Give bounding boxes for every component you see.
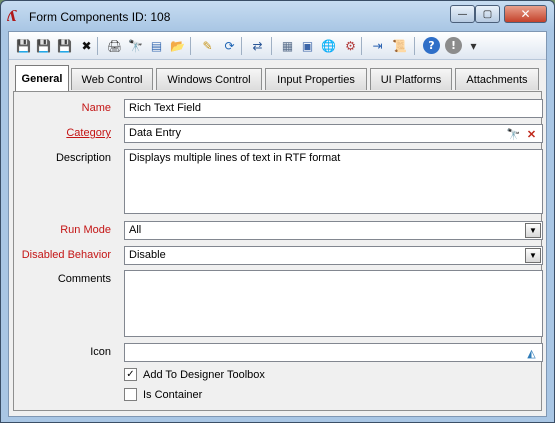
description-field[interactable]: Displays multiple lines of text in RTF f…	[124, 149, 543, 214]
tab-attachments[interactable]: Attachments	[455, 68, 539, 90]
icon-label: Icon	[90, 346, 111, 358]
disabled-behavior-dropdown-icon[interactable]: ▼	[525, 248, 541, 263]
app-logo-icon: ʎ	[7, 7, 17, 25]
name-field[interactable]: Rich Text Field	[124, 99, 543, 118]
help-icon[interactable]: ?	[423, 37, 440, 54]
general-panel-body: Name Rich Text Field Category Data Entry…	[13, 91, 543, 411]
tab-windows-control[interactable]: Windows Control	[156, 68, 262, 90]
category-link[interactable]: Category	[66, 127, 111, 139]
delete-icon[interactable]: ✖	[78, 37, 95, 54]
stop-icon[interactable]: !	[445, 37, 462, 54]
toolbar-separator	[414, 37, 415, 55]
find-icon[interactable]: 🔭	[127, 37, 144, 54]
toolbar-separator	[271, 37, 272, 55]
comments-field[interactable]	[124, 270, 543, 337]
save-close-icon[interactable]: 💾	[35, 37, 52, 54]
name-label: Name	[81, 102, 111, 114]
tab-general[interactable]: General	[15, 65, 69, 91]
category-field[interactable]: Data Entry 🔭 ✕	[124, 124, 543, 143]
category-clear-icon[interactable]: ✕	[523, 126, 540, 142]
toolbar: 💾 💾 💾 ✖ 🖨 🔭 ▤ 📂 ✎ ⟳ ⇄ ▦ ▣ 🌐 ⚙ ⇥ 📜?! ▾	[9, 32, 546, 60]
general-panel: Name Rich Text Field Category Data Entry…	[9, 91, 546, 416]
run-mode-dropdown-icon[interactable]: ▼	[525, 223, 541, 238]
tab-ui-platforms[interactable]: UI Platforms	[370, 68, 452, 90]
add-toolbox-label: Add To Designer Toolbox	[143, 368, 265, 381]
description-label: Description	[55, 152, 111, 164]
run-mode-label: Run Mode	[60, 224, 111, 236]
copy-icon[interactable]: ▤	[148, 37, 165, 54]
tab-web-control[interactable]: Web Control	[71, 68, 153, 90]
icon-picker-icon[interactable]: ◭	[523, 345, 540, 361]
is-container-checkbox[interactable]	[124, 388, 137, 401]
save-as-icon[interactable]: 💾	[56, 37, 73, 54]
close-button[interactable]: ✕	[504, 5, 547, 23]
category-lookup-icon[interactable]: 🔭	[505, 126, 522, 142]
disabled-behavior-value: Disable	[129, 249, 166, 261]
link-icon[interactable]: ⇄	[249, 37, 266, 54]
layout-icon[interactable]: ▣	[299, 37, 316, 54]
refresh-icon[interactable]: ⟳	[221, 37, 238, 54]
script-icon[interactable]: 📜	[391, 37, 408, 54]
toolbar-separator	[190, 37, 191, 55]
folder-icon[interactable]: 📂	[169, 37, 186, 54]
import-icon[interactable]: ⇥	[369, 37, 386, 54]
components-icon[interactable]: ▦	[279, 37, 296, 54]
add-toolbox-checkbox[interactable]: ✓	[124, 368, 137, 381]
toolbar-separator	[97, 37, 98, 55]
form-components-window: ʎ Form Components ID: 108 — ▢ ✕ 💾 💾 💾 ✖ 🖨 🔭 ▤ 📂…	[0, 0, 555, 423]
window-title: Form Components ID: 108	[29, 10, 171, 24]
disabled-behavior-select[interactable]: Disable ▼	[124, 246, 543, 265]
icon-field[interactable]: ◭	[124, 343, 543, 362]
maximize-button[interactable]: ▢	[475, 5, 500, 23]
tab-strip: General Web Control Windows Control Inpu…	[9, 60, 546, 91]
overflow-icon[interactable]: ▾	[465, 37, 482, 54]
category-value: Data Entry	[129, 127, 181, 139]
is-container-row[interactable]: Is Container	[124, 388, 202, 401]
gear-icon[interactable]: ⚙	[342, 37, 359, 54]
is-container-label: Is Container	[143, 388, 203, 401]
toolbar-separator	[241, 37, 242, 55]
globe-icon[interactable]: 🌐	[320, 37, 337, 54]
title-bar[interactable]: ʎ Form Components ID: 108 — ▢ ✕	[1, 1, 554, 31]
comments-label: Comments	[57, 273, 111, 285]
disabled-behavior-label: Disabled Behavior	[21, 249, 111, 261]
save-icon[interactable]: 💾	[15, 37, 32, 54]
notes-icon[interactable]: ✎	[199, 37, 216, 54]
add-toolbox-row[interactable]: ✓ Add To Designer Toolbox	[124, 368, 265, 381]
toolbar-separator	[361, 37, 362, 55]
print-icon[interactable]: 🖨	[106, 37, 123, 54]
tab-input-properties[interactable]: Input Properties	[265, 68, 367, 90]
run-mode-select[interactable]: All ▼	[124, 221, 543, 240]
minimize-button[interactable]: —	[450, 5, 475, 23]
window-content: 💾 💾 💾 ✖ 🖨 🔭 ▤ 📂 ✎ ⟳ ⇄ ▦ ▣ 🌐 ⚙ ⇥ 📜?! ▾ General Web Control…	[8, 31, 547, 417]
run-mode-value: All	[129, 224, 142, 236]
